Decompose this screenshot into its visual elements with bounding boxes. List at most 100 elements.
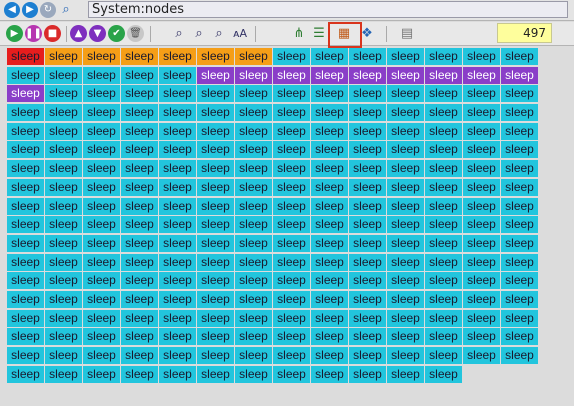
node-cell[interactable]: sleep xyxy=(273,234,310,252)
node-cell[interactable]: sleep xyxy=(311,178,348,196)
node-cell[interactable]: sleep xyxy=(45,347,82,364)
node-cell[interactable]: sleep xyxy=(273,328,310,346)
node-cell[interactable]: sleep xyxy=(197,178,234,196)
node-cell[interactable]: sleep xyxy=(45,141,82,159)
node-cell[interactable]: sleep xyxy=(159,85,196,103)
node-cell[interactable]: sleep xyxy=(349,290,386,308)
node-cell[interactable]: sleep xyxy=(45,253,82,271)
node-cell[interactable]: sleep xyxy=(197,216,234,234)
node-cell[interactable]: sleep xyxy=(7,141,44,159)
node-cell[interactable]: sleep xyxy=(121,178,158,196)
node-cell[interactable]: sleep xyxy=(235,197,272,215)
node-cell[interactable]: sleep xyxy=(387,48,424,65)
node-cell[interactable]: sleep xyxy=(235,347,272,364)
node-cell[interactable]: sleep xyxy=(311,160,348,178)
node-cell[interactable]: sleep xyxy=(349,328,386,346)
node-cell[interactable]: sleep xyxy=(159,309,196,327)
node-cell[interactable]: sleep xyxy=(463,122,500,140)
node-cell[interactable]: sleep xyxy=(235,272,272,290)
node-cell[interactable]: sleep xyxy=(235,178,272,196)
node-cell[interactable]: sleep xyxy=(197,104,234,122)
node-cell[interactable]: sleep xyxy=(311,234,348,252)
node-cell[interactable]: sleep xyxy=(121,216,158,234)
node-cell[interactable]: sleep xyxy=(311,253,348,271)
node-cell[interactable]: sleep xyxy=(387,347,424,364)
node-cell[interactable]: sleep xyxy=(425,234,462,252)
node-cell[interactable]: sleep xyxy=(83,66,120,84)
node-cell[interactable]: sleep xyxy=(83,253,120,271)
node-cell[interactable]: sleep xyxy=(45,122,82,140)
node-cell[interactable]: sleep xyxy=(311,66,348,84)
node-cell[interactable]: sleep xyxy=(349,216,386,234)
node-cell[interactable]: sleep xyxy=(349,48,386,65)
node-cell[interactable]: sleep xyxy=(311,328,348,346)
node-cell[interactable]: sleep xyxy=(463,290,500,308)
node-cell[interactable]: sleep xyxy=(7,253,44,271)
node-cell[interactable]: sleep xyxy=(159,104,196,122)
node-cell[interactable]: sleep xyxy=(349,253,386,271)
node-cell[interactable]: sleep xyxy=(501,253,538,271)
node-cell[interactable]: sleep xyxy=(235,141,272,159)
node-cell[interactable]: sleep xyxy=(387,253,424,271)
refresh-icon[interactable]: ↻ xyxy=(40,2,56,18)
node-cell[interactable]: sleep xyxy=(387,104,424,122)
node-cell[interactable]: sleep xyxy=(349,85,386,103)
node-cell[interactable]: sleep xyxy=(45,178,82,196)
node-cell[interactable]: sleep xyxy=(83,309,120,327)
node-cell[interactable]: sleep xyxy=(197,309,234,327)
node-cell[interactable]: sleep xyxy=(159,328,196,346)
node-cell[interactable]: sleep xyxy=(45,85,82,103)
node-cell[interactable]: sleep xyxy=(311,85,348,103)
node-cell[interactable]: sleep xyxy=(311,48,348,65)
node-cell[interactable]: sleep xyxy=(501,216,538,234)
node-cell[interactable]: sleep xyxy=(311,141,348,159)
node-cell[interactable]: sleep xyxy=(121,347,158,364)
node-cell[interactable]: sleep xyxy=(425,122,462,140)
node-cell[interactable]: sleep xyxy=(7,365,44,383)
node-cell[interactable]: sleep xyxy=(159,365,196,383)
arrow-down-icon[interactable]: ▼ xyxy=(89,25,106,42)
node-cell[interactable]: sleep xyxy=(425,365,462,383)
node-cell[interactable]: sleep xyxy=(45,197,82,215)
node-cell[interactable]: sleep xyxy=(235,48,272,65)
node-cell[interactable]: sleep xyxy=(501,309,538,327)
node-cell[interactable]: sleep xyxy=(235,328,272,346)
node-cell[interactable]: sleep xyxy=(7,272,44,290)
node-cell[interactable]: sleep xyxy=(501,85,538,103)
node-cell[interactable]: sleep xyxy=(45,365,82,383)
node-cell[interactable]: sleep xyxy=(501,66,538,84)
node-cell[interactable]: sleep xyxy=(501,197,538,215)
node-cell[interactable]: sleep xyxy=(501,272,538,290)
node-cell[interactable]: sleep xyxy=(45,234,82,252)
node-cell[interactable]: sleep xyxy=(387,160,424,178)
node-cell[interactable]: sleep xyxy=(159,48,196,65)
forward-arrow-icon[interactable]: ▶ xyxy=(22,2,38,18)
node-cell[interactable]: sleep xyxy=(349,347,386,364)
node-cell[interactable]: sleep xyxy=(463,253,500,271)
node-cell[interactable]: sleep xyxy=(235,104,272,122)
node-cell[interactable]: sleep xyxy=(387,197,424,215)
node-cell[interactable]: sleep xyxy=(311,309,348,327)
tree-view-icon[interactable]: ⋔ xyxy=(290,25,308,43)
node-cell[interactable]: sleep xyxy=(121,197,158,215)
node-cell[interactable]: sleep xyxy=(83,234,120,252)
node-cell[interactable]: sleep xyxy=(349,309,386,327)
node-cell[interactable]: sleep xyxy=(197,48,234,65)
node-cell[interactable]: sleep xyxy=(387,272,424,290)
node-cell[interactable]: sleep xyxy=(197,272,234,290)
node-cell[interactable]: sleep xyxy=(121,309,158,327)
node-cell[interactable]: sleep xyxy=(463,178,500,196)
node-cell[interactable]: sleep xyxy=(349,234,386,252)
node-cell[interactable]: sleep xyxy=(45,48,82,65)
node-cell[interactable]: sleep xyxy=(425,141,462,159)
node-cell[interactable]: sleep xyxy=(121,104,158,122)
node-cell[interactable]: sleep xyxy=(83,290,120,308)
node-cell[interactable]: sleep xyxy=(83,365,120,383)
node-cell[interactable]: sleep xyxy=(463,85,500,103)
node-cell[interactable]: sleep xyxy=(235,290,272,308)
node-cell[interactable]: sleep xyxy=(501,290,538,308)
node-cell[interactable]: sleep xyxy=(463,328,500,346)
node-cell[interactable]: sleep xyxy=(45,328,82,346)
node-cell[interactable]: sleep xyxy=(159,272,196,290)
node-cell[interactable]: sleep xyxy=(387,178,424,196)
